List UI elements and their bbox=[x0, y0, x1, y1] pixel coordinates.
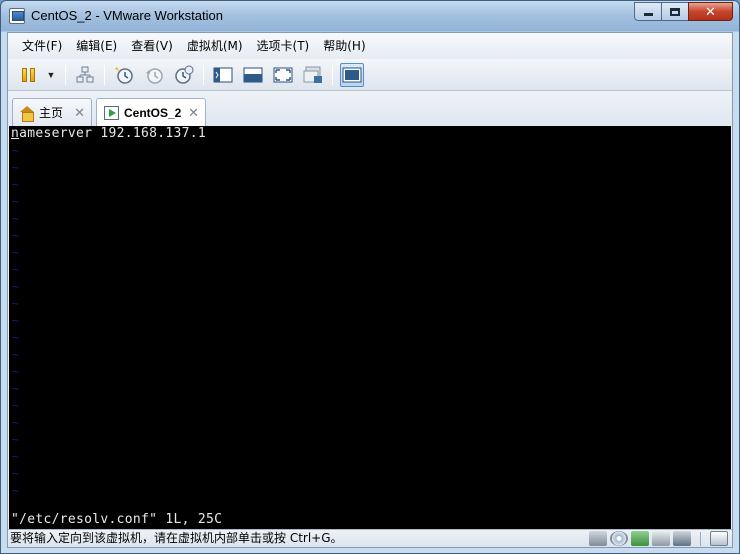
minimize-icon bbox=[643, 13, 653, 16]
toolbar-separator bbox=[332, 64, 333, 85]
network-icon bbox=[76, 66, 94, 82]
message-log-icon[interactable] bbox=[710, 531, 728, 546]
maximize-icon bbox=[670, 7, 680, 16]
tab-centos-2-close-icon[interactable]: ✕ bbox=[188, 105, 199, 121]
dropdown-arrow-icon: ▼ bbox=[46, 69, 56, 80]
vim-tilde-marker: ~ bbox=[12, 144, 19, 157]
vim-tilde-marker: ~ bbox=[12, 297, 19, 310]
snapshot-take-button[interactable] bbox=[112, 63, 136, 87]
vim-tilde-marker: ~ bbox=[12, 416, 19, 429]
menu-edit[interactable]: 编辑(E) bbox=[69, 35, 124, 57]
vmware-app-icon bbox=[9, 8, 25, 24]
toolbar: ▼ bbox=[8, 59, 732, 91]
thumbnail-bar-button[interactable] bbox=[340, 62, 364, 87]
full-screen-icon bbox=[273, 67, 293, 82]
vim-tilde-marker: ~ bbox=[12, 314, 19, 327]
power-dropdown-button[interactable]: ▼ bbox=[46, 63, 60, 87]
console-line-text: ameserver 192.168.137.1 bbox=[19, 126, 207, 141]
vim-tilde-marker: ~ bbox=[12, 246, 19, 259]
close-icon: ✕ bbox=[705, 3, 716, 19]
vim-tilde-marker: ~ bbox=[12, 348, 19, 361]
console-view-button[interactable] bbox=[211, 63, 235, 87]
tab-home-close-icon[interactable]: ✕ bbox=[74, 105, 85, 121]
power-pause-button[interactable] bbox=[16, 63, 40, 87]
vim-tilde-marker: ~ bbox=[12, 331, 19, 344]
vim-tilde-marker: ~ bbox=[12, 484, 19, 497]
unity-button[interactable] bbox=[301, 63, 325, 87]
tab-home-label: 主页 bbox=[39, 106, 64, 120]
menu-tabs[interactable]: 选项卡(T) bbox=[250, 35, 317, 57]
snapshot-manager-button[interactable] bbox=[172, 63, 196, 87]
status-bar: 要将输入定向到该虚拟机，请在虚拟机内部单击或按 Ctrl+G。 bbox=[8, 529, 732, 547]
hard-disk-icon[interactable] bbox=[589, 531, 607, 546]
full-screen-button[interactable] bbox=[271, 63, 295, 87]
snapshot-revert-icon bbox=[146, 67, 163, 84]
snapshot-take-icon bbox=[115, 66, 133, 84]
tab-home[interactable]: 主页 ✕ bbox=[12, 98, 92, 126]
vm-running-icon bbox=[104, 106, 119, 120]
home-icon bbox=[20, 105, 34, 122]
tab-centos-2[interactable]: CentOS_2 ✕ bbox=[96, 98, 206, 127]
printer-icon[interactable] bbox=[652, 531, 670, 546]
window-title: CentOS_2 - VMware Workstation bbox=[31, 8, 223, 23]
menu-view[interactable]: 查看(V) bbox=[124, 35, 180, 57]
quick-switch-button[interactable] bbox=[241, 63, 265, 87]
console-view-icon bbox=[213, 67, 233, 82]
cd-dvd-icon[interactable] bbox=[610, 531, 628, 546]
vim-tilde-marker: ~ bbox=[12, 229, 19, 242]
vim-tilde-marker: ~ bbox=[12, 263, 19, 276]
vim-tilde-marker: ~ bbox=[12, 195, 19, 208]
vmware-window: CentOS_2 - VMware Workstation ✕ 文件(F) 编辑… bbox=[0, 0, 740, 554]
network-adapter-icon[interactable] bbox=[631, 531, 649, 546]
toolbar-separator bbox=[65, 64, 66, 85]
snapshot-revert-button[interactable] bbox=[142, 63, 166, 87]
unity-icon bbox=[303, 66, 322, 83]
status-message: 要将输入定向到该虚拟机，请在虚拟机内部单击或按 Ctrl+G。 bbox=[10, 531, 343, 545]
vim-status-line: "/etc/resolv.conf" 1L, 25C bbox=[11, 512, 223, 527]
sound-icon[interactable] bbox=[673, 531, 691, 546]
quick-switch-icon bbox=[243, 67, 263, 82]
window-controls: ✕ bbox=[634, 2, 733, 21]
vim-tilde-marker: ~ bbox=[12, 450, 19, 463]
toolbar-separator bbox=[203, 64, 204, 85]
device-status-icons bbox=[589, 531, 728, 546]
vim-tilde-marker: ~ bbox=[12, 178, 19, 191]
text-cursor: n bbox=[11, 126, 20, 141]
power-pause-icon bbox=[21, 67, 35, 82]
title-bar[interactable]: CentOS_2 - VMware Workstation ✕ bbox=[1, 1, 739, 31]
menu-vm[interactable]: 虚拟机(M) bbox=[180, 35, 250, 57]
vim-tilde-marker: ~ bbox=[12, 212, 19, 225]
thumbnail-bar-icon bbox=[342, 67, 362, 82]
vim-tilde-marker: ~ bbox=[12, 382, 19, 395]
snapshot-manager-icon bbox=[175, 65, 194, 84]
tab-bar: 主页 ✕ CentOS_2 ✕ bbox=[8, 92, 732, 127]
maximize-button[interactable] bbox=[661, 2, 688, 21]
vim-tilde-marker: ~ bbox=[12, 399, 19, 412]
toolbar-separator bbox=[104, 64, 105, 85]
status-separator bbox=[700, 531, 701, 546]
vim-empty-line-markers: ~ ~ ~ ~ ~ ~ ~ ~ ~ ~ ~ ~ ~ ~ ~ ~ ~ ~ ~ ~ ~ bbox=[12, 142, 19, 499]
tab-centos-2-label: CentOS_2 bbox=[124, 106, 182, 120]
menu-help[interactable]: 帮助(H) bbox=[316, 35, 372, 57]
vim-tilde-marker: ~ bbox=[12, 161, 19, 174]
network-button[interactable] bbox=[73, 63, 97, 87]
vim-tilde-marker: ~ bbox=[12, 433, 19, 446]
vim-tilde-marker: ~ bbox=[12, 467, 19, 480]
vim-tilde-marker: ~ bbox=[12, 365, 19, 378]
menu-bar: 文件(F) 编辑(E) 查看(V) 虚拟机(M) 选项卡(T) 帮助(H) bbox=[8, 33, 732, 59]
vm-console[interactable]: nameserver 192.168.137.1 ~ ~ ~ ~ ~ ~ ~ ~ ~ ~ ~ ~ ~ ~ ~… bbox=[9, 126, 731, 529]
minimize-button[interactable] bbox=[634, 2, 661, 21]
close-button[interactable]: ✕ bbox=[688, 2, 733, 21]
client-area: 文件(F) 编辑(E) 查看(V) 虚拟机(M) 选项卡(T) 帮助(H) ▼ bbox=[7, 32, 733, 548]
vim-tilde-marker: ~ bbox=[12, 280, 19, 293]
console-text-line: nameserver 192.168.137.1 bbox=[11, 126, 206, 141]
menu-file[interactable]: 文件(F) bbox=[15, 35, 69, 57]
